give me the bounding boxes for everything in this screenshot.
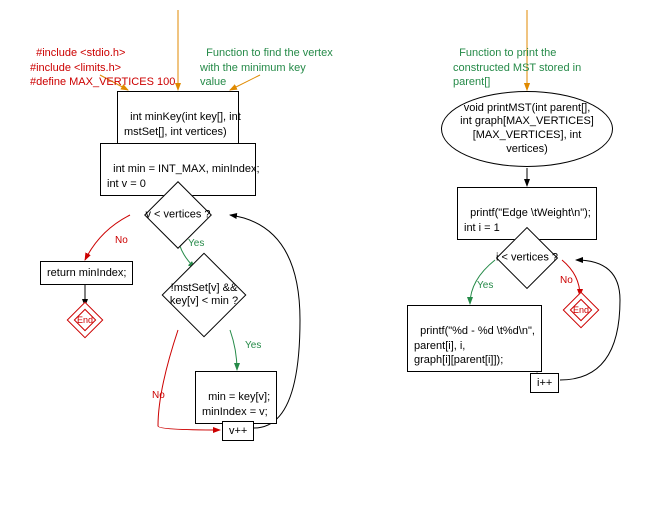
func-minkey: int minKey(int key[], int mstSet[], int … [117,91,239,144]
printf-edge: printf("%d - %d \t%d\n", parent[i], i, g… [407,305,542,372]
assign-min: min = key[v]; minIndex = v; [195,371,277,424]
cond-i-vertices: i < vertices ? [505,236,549,280]
end-left: End [72,307,98,333]
label-no: No [152,390,165,401]
incr-i: i++ [530,373,559,393]
label-yes: Yes [477,280,493,291]
func-printmst: void printMST(int parent[], int graph[MA… [441,91,613,167]
cond-mstset: !mstSet[v] && key[v] < min ? [174,265,234,325]
label-yes: Yes [188,238,204,249]
label-yes: Yes [245,340,261,351]
comment-printmst: Function to print the constructed MST st… [453,32,581,89]
comment-minkey: Function to find the vertex with the min… [200,32,333,89]
return-minindex: return minIndex; [40,261,133,285]
label-no: No [115,235,128,246]
code-includes: #include <stdio.h> #include <limits.h> #… [30,32,175,89]
cond-v-vertices: v < vertices ? [154,191,202,239]
end-right: End [568,297,594,323]
label-no: No [560,275,573,286]
incr-v: v++ [222,421,254,441]
